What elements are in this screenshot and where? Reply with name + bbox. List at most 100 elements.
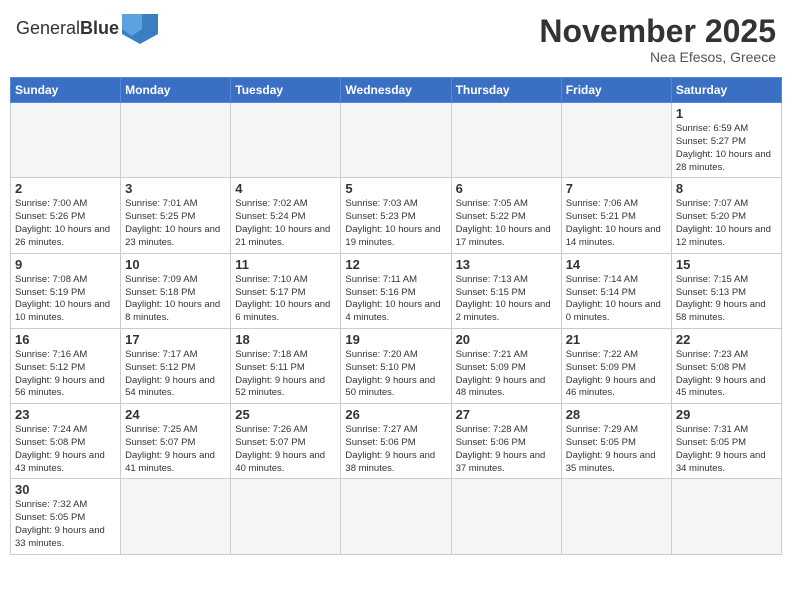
day-info: Sunrise: 7:05 AM Sunset: 5:22 PM Dayligh… — [456, 198, 557, 249]
calendar-cell: 19 Sunrise: 7:20 AM Sunset: 5:10 PM Dayli… — [341, 328, 451, 403]
day-number: 25 — [235, 407, 336, 422]
day-number: 6 — [456, 181, 557, 196]
weekday-header-friday: Friday — [561, 78, 671, 103]
day-number: 22 — [676, 332, 777, 347]
day-info: Sunrise: 7:20 AM Sunset: 5:10 PM Dayligh… — [345, 349, 446, 400]
day-info: Sunrise: 7:29 AM Sunset: 5:05 PM Dayligh… — [566, 424, 667, 475]
day-info: Sunrise: 7:07 AM Sunset: 5:20 PM Dayligh… — [676, 198, 777, 249]
day-info: Sunrise: 7:13 AM Sunset: 5:15 PM Dayligh… — [456, 274, 557, 325]
calendar-cell — [671, 479, 781, 554]
calendar-cell: 23 Sunrise: 7:24 AM Sunset: 5:08 PM Dayli… — [11, 404, 121, 479]
day-info: Sunrise: 7:11 AM Sunset: 5:16 PM Dayligh… — [345, 274, 446, 325]
day-info: Sunrise: 7:09 AM Sunset: 5:18 PM Dayligh… — [125, 274, 226, 325]
calendar-cell: 12 Sunrise: 7:11 AM Sunset: 5:16 PM Dayli… — [341, 253, 451, 328]
day-info: Sunrise: 7:25 AM Sunset: 5:07 PM Dayligh… — [125, 424, 226, 475]
calendar-cell: 6 Sunrise: 7:05 AM Sunset: 5:22 PM Daylig… — [451, 178, 561, 253]
day-info: Sunrise: 6:59 AM Sunset: 5:27 PM Dayligh… — [676, 123, 777, 174]
day-info: Sunrise: 7:21 AM Sunset: 5:09 PM Dayligh… — [456, 349, 557, 400]
day-number: 3 — [125, 181, 226, 196]
calendar-week-row: 16 Sunrise: 7:16 AM Sunset: 5:12 PM Dayli… — [11, 328, 782, 403]
day-number: 18 — [235, 332, 336, 347]
weekday-header-thursday: Thursday — [451, 78, 561, 103]
calendar-cell — [341, 103, 451, 178]
day-info: Sunrise: 7:00 AM Sunset: 5:26 PM Dayligh… — [15, 198, 116, 249]
day-number: 16 — [15, 332, 116, 347]
calendar-cell — [121, 479, 231, 554]
calendar-cell — [561, 103, 671, 178]
calendar-cell — [451, 479, 561, 554]
day-number: 24 — [125, 407, 226, 422]
day-info: Sunrise: 7:14 AM Sunset: 5:14 PM Dayligh… — [566, 274, 667, 325]
day-number: 10 — [125, 257, 226, 272]
day-info: Sunrise: 7:27 AM Sunset: 5:06 PM Dayligh… — [345, 424, 446, 475]
calendar-cell: 27Sunrise: 7:28 AM Sunset: 5:06 PM Dayli… — [451, 404, 561, 479]
calendar-header-row: SundayMondayTuesdayWednesdayThursdayFrid… — [11, 78, 782, 103]
calendar-cell — [341, 479, 451, 554]
calendar-cell — [121, 103, 231, 178]
calendar-week-row: 30Sunrise: 7:32 AM Sunset: 5:05 PM Dayli… — [11, 479, 782, 554]
day-info: Sunrise: 7:17 AM Sunset: 5:12 PM Dayligh… — [125, 349, 226, 400]
day-number: 17 — [125, 332, 226, 347]
day-number: 7 — [566, 181, 667, 196]
weekday-header-wednesday: Wednesday — [341, 78, 451, 103]
day-info: Sunrise: 7:18 AM Sunset: 5:11 PM Dayligh… — [235, 349, 336, 400]
day-number: 15 — [676, 257, 777, 272]
calendar-cell: 7 Sunrise: 7:06 AM Sunset: 5:21 PM Daylig… — [561, 178, 671, 253]
day-number: 29 — [676, 407, 777, 422]
day-number: 8 — [676, 181, 777, 196]
calendar-week-row: 1 Sunrise: 6:59 AM Sunset: 5:27 PM Daylig… — [11, 103, 782, 178]
calendar-cell: 5 Sunrise: 7:03 AM Sunset: 5:23 PM Daylig… — [341, 178, 451, 253]
calendar-table: SundayMondayTuesdayWednesdayThursdayFrid… — [10, 77, 782, 555]
calendar-cell: 20Sunrise: 7:21 AM Sunset: 5:09 PM Dayli… — [451, 328, 561, 403]
calendar-cell: 3 Sunrise: 7:01 AM Sunset: 5:25 PM Daylig… — [121, 178, 231, 253]
logo-normal-text: General — [16, 18, 80, 38]
day-info: Sunrise: 7:22 AM Sunset: 5:09 PM Dayligh… — [566, 349, 667, 400]
weekday-header-tuesday: Tuesday — [231, 78, 341, 103]
day-info: Sunrise: 7:24 AM Sunset: 5:08 PM Dayligh… — [15, 424, 116, 475]
calendar-cell — [561, 479, 671, 554]
day-number: 21 — [566, 332, 667, 347]
calendar-cell: 13Sunrise: 7:13 AM Sunset: 5:15 PM Dayli… — [451, 253, 561, 328]
calendar-cell: 14 Sunrise: 7:14 AM Sunset: 5:14 PM Dayli… — [561, 253, 671, 328]
calendar-cell: 30Sunrise: 7:32 AM Sunset: 5:05 PM Dayli… — [11, 479, 121, 554]
location-subtitle: Nea Efesos, Greece — [539, 49, 776, 65]
day-info: Sunrise: 7:08 AM Sunset: 5:19 PM Dayligh… — [15, 274, 116, 325]
day-number: 5 — [345, 181, 446, 196]
day-info: Sunrise: 7:31 AM Sunset: 5:05 PM Dayligh… — [676, 424, 777, 475]
page-header: GeneralBlue November 2025 Nea Efesos, Gr… — [10, 10, 782, 69]
day-info: Sunrise: 7:03 AM Sunset: 5:23 PM Dayligh… — [345, 198, 446, 249]
day-number: 19 — [345, 332, 446, 347]
logo-bold-text: Blue — [80, 18, 119, 38]
day-number: 14 — [566, 257, 667, 272]
calendar-cell: 21 Sunrise: 7:22 AM Sunset: 5:09 PM Dayli… — [561, 328, 671, 403]
logo-icon — [122, 14, 158, 44]
calendar-cell: 29 Sunrise: 7:31 AM Sunset: 5:05 PM Dayli… — [671, 404, 781, 479]
day-info: Sunrise: 7:02 AM Sunset: 5:24 PM Dayligh… — [235, 198, 336, 249]
weekday-header-saturday: Saturday — [671, 78, 781, 103]
calendar-cell: 8 Sunrise: 7:07 AM Sunset: 5:20 PM Daylig… — [671, 178, 781, 253]
day-info: Sunrise: 7:01 AM Sunset: 5:25 PM Dayligh… — [125, 198, 226, 249]
calendar-cell: 10 Sunrise: 7:09 AM Sunset: 5:18 PM Dayli… — [121, 253, 231, 328]
day-number: 28 — [566, 407, 667, 422]
day-number: 26 — [345, 407, 446, 422]
day-number: 12 — [345, 257, 446, 272]
calendar-week-row: 9Sunrise: 7:08 AM Sunset: 5:19 PM Daylig… — [11, 253, 782, 328]
calendar-cell: 15Sunrise: 7:15 AM Sunset: 5:13 PM Dayli… — [671, 253, 781, 328]
day-info: Sunrise: 7:10 AM Sunset: 5:17 PM Dayligh… — [235, 274, 336, 325]
day-number: 1 — [676, 106, 777, 121]
day-info: Sunrise: 7:16 AM Sunset: 5:12 PM Dayligh… — [15, 349, 116, 400]
title-area: November 2025 Nea Efesos, Greece — [539, 14, 776, 65]
day-number: 23 — [15, 407, 116, 422]
day-info: Sunrise: 7:06 AM Sunset: 5:21 PM Dayligh… — [566, 198, 667, 249]
day-number: 4 — [235, 181, 336, 196]
day-info: Sunrise: 7:28 AM Sunset: 5:06 PM Dayligh… — [456, 424, 557, 475]
calendar-cell — [231, 479, 341, 554]
day-number: 30 — [15, 482, 116, 497]
calendar-cell — [11, 103, 121, 178]
calendar-cell: 4 Sunrise: 7:02 AM Sunset: 5:24 PM Daylig… — [231, 178, 341, 253]
calendar-cell: 17 Sunrise: 7:17 AM Sunset: 5:12 PM Dayli… — [121, 328, 231, 403]
calendar-cell: 18 Sunrise: 7:18 AM Sunset: 5:11 PM Dayli… — [231, 328, 341, 403]
calendar-cell: 22Sunrise: 7:23 AM Sunset: 5:08 PM Dayli… — [671, 328, 781, 403]
calendar-cell: 2Sunrise: 7:00 AM Sunset: 5:26 PM Daylig… — [11, 178, 121, 253]
calendar-cell: 28 Sunrise: 7:29 AM Sunset: 5:05 PM Dayli… — [561, 404, 671, 479]
